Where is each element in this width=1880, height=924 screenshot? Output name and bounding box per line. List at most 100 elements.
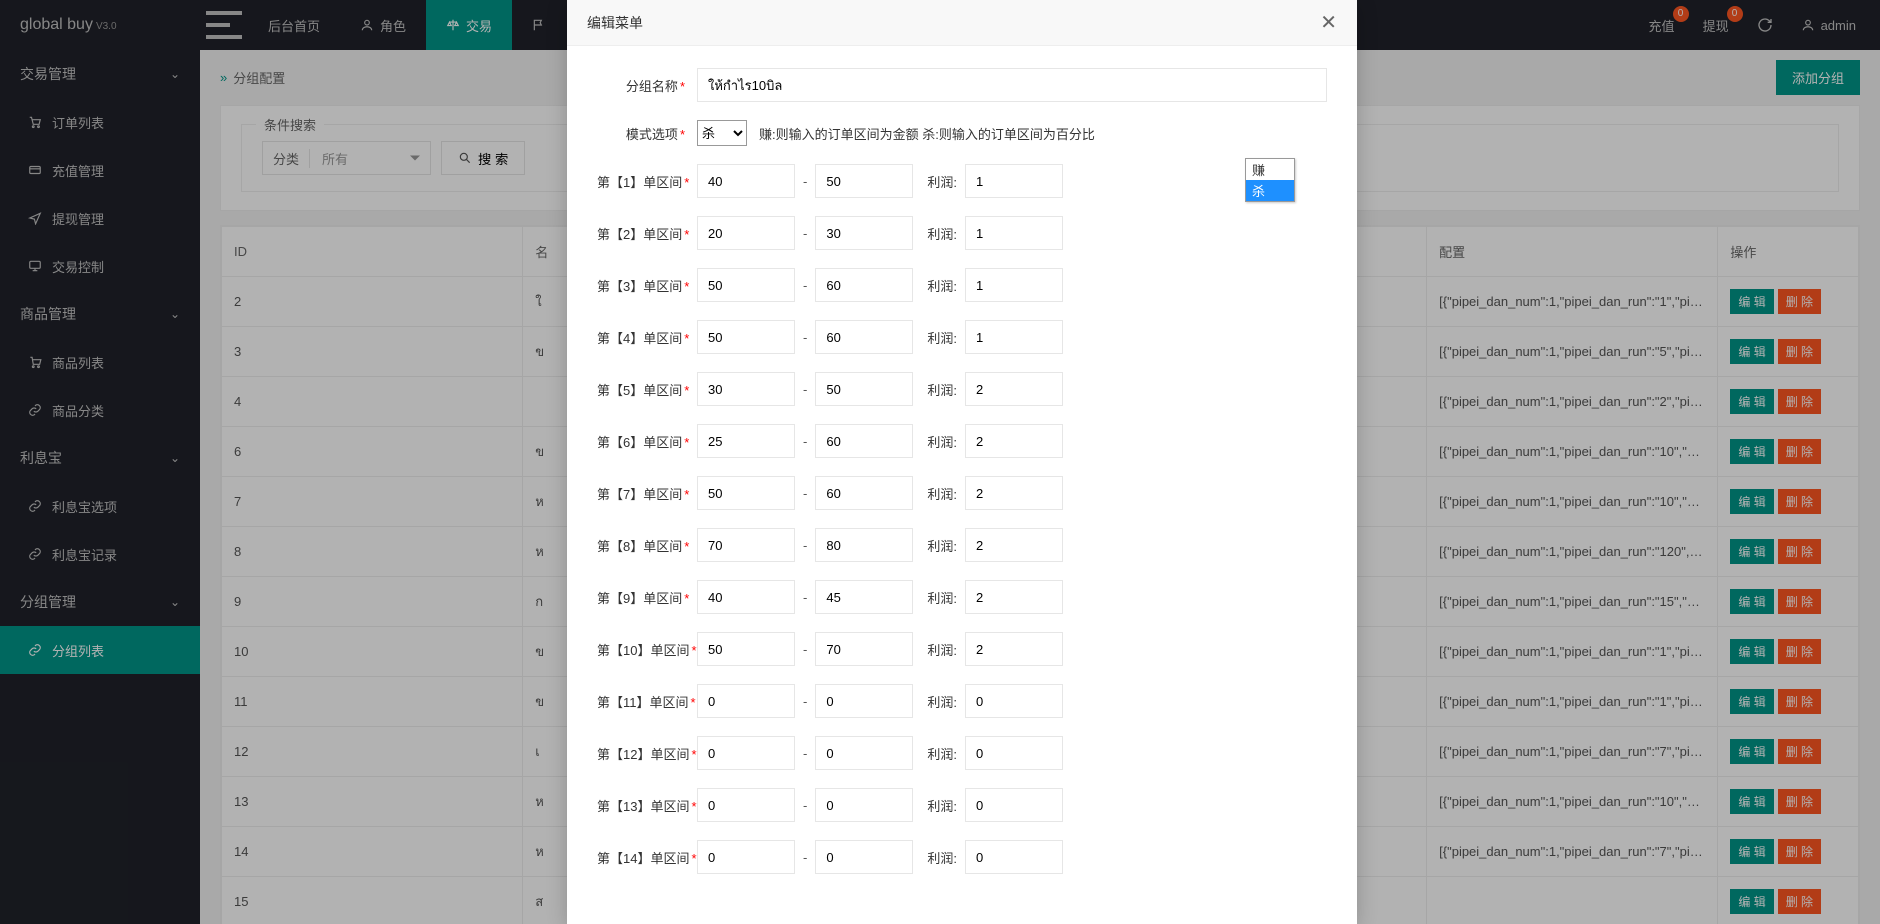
- profit-label: 利润:: [913, 692, 965, 711]
- interval-from-input[interactable]: [697, 528, 795, 562]
- interval-from-input[interactable]: [697, 268, 795, 302]
- interval-to-input[interactable]: [815, 684, 913, 718]
- profit-label: 利润:: [913, 380, 965, 399]
- dash: -: [795, 642, 815, 657]
- interval-from-input[interactable]: [697, 164, 795, 198]
- interval-label: 第【3】单区间*: [597, 276, 697, 295]
- interval-label: 第【1】单区间*: [597, 172, 697, 191]
- close-icon[interactable]: ✕: [1320, 10, 1337, 35]
- profit-input[interactable]: [965, 528, 1063, 562]
- profit-input[interactable]: [965, 372, 1063, 406]
- interval-row: 第【11】单区间* - 利润:: [597, 684, 1327, 718]
- interval-to-input[interactable]: [815, 164, 913, 198]
- dash: -: [795, 798, 815, 813]
- interval-row: 第【8】单区间* - 利润:: [597, 528, 1327, 562]
- dash: -: [795, 434, 815, 449]
- dash: -: [795, 226, 815, 241]
- profit-label: 利润:: [913, 432, 965, 451]
- interval-label: 第【13】单区间*: [597, 796, 697, 815]
- profit-input[interactable]: [965, 476, 1063, 510]
- interval-to-input[interactable]: [815, 424, 913, 458]
- dash: -: [795, 590, 815, 605]
- interval-from-input[interactable]: [697, 424, 795, 458]
- profit-input[interactable]: [965, 424, 1063, 458]
- interval-to-input[interactable]: [815, 320, 913, 354]
- mode-label: 模式选项*: [597, 124, 697, 143]
- interval-to-input[interactable]: [815, 632, 913, 666]
- interval-label: 第【8】单区间*: [597, 536, 697, 555]
- interval-row: 第【4】单区间* - 利润:: [597, 320, 1327, 354]
- profit-label: 利润:: [913, 536, 965, 555]
- profit-input[interactable]: [965, 840, 1063, 874]
- interval-to-input[interactable]: [815, 268, 913, 302]
- profit-input[interactable]: [965, 632, 1063, 666]
- mode-dropdown[interactable]: 赚 杀: [1245, 158, 1295, 202]
- interval-label: 第【7】单区间*: [597, 484, 697, 503]
- edit-modal: 编辑菜单 ✕ 分组名称* 模式选项* 杀 赚:则输入的订单区间为金额 杀:则输入…: [567, 0, 1357, 924]
- interval-label: 第【9】单区间*: [597, 588, 697, 607]
- profit-label: 利润:: [913, 744, 965, 763]
- interval-to-input[interactable]: [815, 736, 913, 770]
- interval-label: 第【5】单区间*: [597, 380, 697, 399]
- interval-from-input[interactable]: [697, 632, 795, 666]
- interval-from-input[interactable]: [697, 216, 795, 250]
- interval-from-input[interactable]: [697, 372, 795, 406]
- modal-title: 编辑菜单: [587, 13, 643, 33]
- interval-from-input[interactable]: [697, 788, 795, 822]
- interval-from-input[interactable]: [697, 840, 795, 874]
- profit-label: 利润:: [913, 640, 965, 659]
- profit-label: 利润:: [913, 172, 965, 191]
- profit-label: 利润:: [913, 328, 965, 347]
- interval-label: 第【12】单区间*: [597, 744, 697, 763]
- interval-from-input[interactable]: [697, 320, 795, 354]
- interval-from-input[interactable]: [697, 580, 795, 614]
- dash: -: [795, 746, 815, 761]
- profit-label: 利润:: [913, 848, 965, 867]
- interval-row: 第【3】单区间* - 利润:: [597, 268, 1327, 302]
- profit-label: 利润:: [913, 276, 965, 295]
- interval-to-input[interactable]: [815, 580, 913, 614]
- profit-input[interactable]: [965, 216, 1063, 250]
- mode-select[interactable]: 杀: [697, 120, 747, 146]
- interval-from-input[interactable]: [697, 736, 795, 770]
- interval-row: 第【2】单区间* - 利润:: [597, 216, 1327, 250]
- mode-hint: 赚:则输入的订单区间为金额 杀:则输入的订单区间为百分比: [759, 124, 1095, 143]
- modal-header: 编辑菜单 ✕: [567, 0, 1357, 46]
- profit-input[interactable]: [965, 320, 1063, 354]
- profit-input[interactable]: [965, 788, 1063, 822]
- interval-label: 第【2】单区间*: [597, 224, 697, 243]
- modal-body: 分组名称* 模式选项* 杀 赚:则输入的订单区间为金额 杀:则输入的订单区间为百…: [567, 46, 1357, 924]
- interval-label: 第【14】单区间*: [597, 848, 697, 867]
- interval-label: 第【6】单区间*: [597, 432, 697, 451]
- interval-row: 第【12】单区间* - 利润:: [597, 736, 1327, 770]
- profit-label: 利润:: [913, 484, 965, 503]
- interval-row: 第【7】单区间* - 利润:: [597, 476, 1327, 510]
- profit-input[interactable]: [965, 580, 1063, 614]
- profit-input[interactable]: [965, 684, 1063, 718]
- interval-row: 第【5】单区间* - 利润:: [597, 372, 1327, 406]
- dash: -: [795, 382, 815, 397]
- interval-from-input[interactable]: [697, 684, 795, 718]
- mode-option-earn[interactable]: 赚: [1246, 159, 1294, 180]
- dash: -: [795, 330, 815, 345]
- interval-to-input[interactable]: [815, 476, 913, 510]
- interval-to-input[interactable]: [815, 840, 913, 874]
- dash: -: [795, 538, 815, 553]
- profit-input[interactable]: [965, 736, 1063, 770]
- interval-to-input[interactable]: [815, 216, 913, 250]
- interval-to-input[interactable]: [815, 528, 913, 562]
- interval-to-input[interactable]: [815, 372, 913, 406]
- dash: -: [795, 850, 815, 865]
- profit-input[interactable]: [965, 268, 1063, 302]
- profit-label: 利润:: [913, 588, 965, 607]
- interval-label: 第【11】单区间*: [597, 692, 697, 711]
- profit-label: 利润:: [913, 796, 965, 815]
- dash: -: [795, 486, 815, 501]
- interval-from-input[interactable]: [697, 476, 795, 510]
- group-name-input[interactable]: [697, 68, 1327, 102]
- interval-to-input[interactable]: [815, 788, 913, 822]
- interval-row: 第【6】单区间* - 利润:: [597, 424, 1327, 458]
- mode-option-kill[interactable]: 杀: [1246, 180, 1294, 201]
- interval-row: 第【13】单区间* - 利润:: [597, 788, 1327, 822]
- profit-input[interactable]: [965, 164, 1063, 198]
